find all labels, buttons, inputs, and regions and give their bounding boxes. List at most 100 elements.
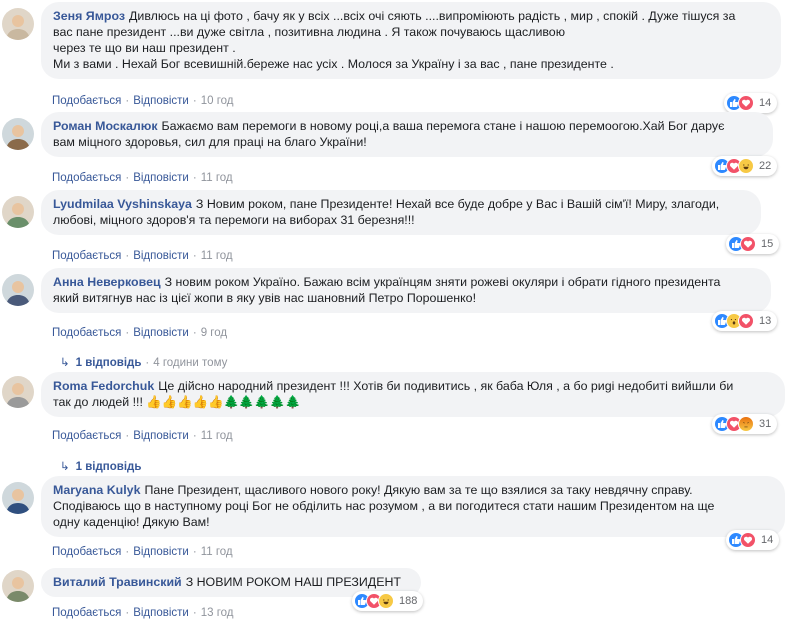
comment-text: вас пане президент ...ви дуже світла , п… xyxy=(53,25,565,39)
separator: · xyxy=(192,95,197,107)
like-link[interactable]: Подобається xyxy=(52,430,121,442)
separator: · xyxy=(192,327,197,339)
comment-text: З новим роком Україно. Бажаю всім україн… xyxy=(164,275,721,289)
reply-link[interactable]: Відповісти xyxy=(133,546,189,558)
separator: · xyxy=(192,546,197,558)
reaction-count: 31 xyxy=(759,418,772,430)
comment-text: так до людей !!! 👍👍👍👍👍🌲🌲🌲🌲🌲 xyxy=(53,395,301,409)
reply-link[interactable]: Відповісти xyxy=(133,250,189,262)
reaction-count: 13 xyxy=(759,315,772,327)
reaction-summary[interactable]: 15 xyxy=(726,234,780,254)
separator: · xyxy=(125,430,130,442)
comment-text: Пане Президент, щасливого нового року! Д… xyxy=(144,483,693,497)
comment-timestamp[interactable]: 11 год xyxy=(201,250,233,262)
like-link[interactable]: Подобається xyxy=(52,250,121,262)
reply-link[interactable]: Відповісти xyxy=(133,607,189,619)
comment-text: З НОВИМ РОКОМ НАШ ПРЕЗИДЕНТ xyxy=(185,575,401,589)
avatar[interactable] xyxy=(2,118,34,150)
comment-author-link[interactable]: Виталий Травинский xyxy=(53,575,182,589)
separator: · xyxy=(125,95,130,107)
comment-actions: Подобається · Відповісти · 11 год xyxy=(52,172,233,184)
comment-timestamp[interactable]: 13 год xyxy=(201,607,234,619)
replies-count: 1 відповідь xyxy=(75,357,142,369)
comment-first-line: Роман Москалюк Бажаємо вам перемоги в нов… xyxy=(53,118,761,134)
comment-author-link[interactable]: Roma Fedorchuk xyxy=(53,379,154,393)
reaction-summary[interactable]: 13 xyxy=(712,311,778,331)
comment-bubble: Maryana Kulyk Пане Президент, щасливого н… xyxy=(41,476,785,537)
replies-count: 1 відповідь xyxy=(75,461,142,473)
comment-author-link[interactable]: Роман Москалюк xyxy=(53,119,158,133)
comment-actions: Подобається · Відповісти · 10 год xyxy=(52,95,234,107)
comment-text: Це дійсно народний президент !!! Хотів б… xyxy=(158,379,734,393)
avatar[interactable] xyxy=(2,482,34,514)
comment-actions: Подобається · Відповісти · 11 год xyxy=(52,546,233,558)
avatar[interactable] xyxy=(2,196,34,228)
comment-bubble: Зеня Ямроз Дивлюсь на ці фото , бачу як у… xyxy=(41,2,781,79)
reaction-summary[interactable]: 14 xyxy=(726,530,780,550)
comment-text: Сподіваюсь що в наступному році Бог не о… xyxy=(53,499,715,513)
comment-first-line: Анна Неверковец З новим роком Україно. Ба… xyxy=(53,274,759,290)
reply-link[interactable]: Відповісти xyxy=(133,430,189,442)
comment-first-line: Виталий Травинский З НОВИМ РОКОМ НАШ ПРЕЗ… xyxy=(53,574,409,590)
reply-link[interactable]: Відповісти xyxy=(133,172,189,184)
comment-first-line: Зеня Ямроз Дивлюсь на ці фото , бачу як у… xyxy=(53,8,769,24)
reaction-count: 188 xyxy=(399,595,418,607)
reaction-count: 22 xyxy=(759,160,772,172)
like-link[interactable]: Подобається xyxy=(52,95,121,107)
comment-author-link[interactable]: Зеня Ямроз xyxy=(53,9,125,23)
like-link[interactable]: Подобається xyxy=(52,607,121,619)
reply-arrow-icon: ↳ xyxy=(60,357,70,369)
avatar[interactable] xyxy=(2,274,34,306)
reply-link[interactable]: Відповісти xyxy=(133,95,189,107)
separator: · xyxy=(145,357,150,369)
separator: · xyxy=(125,172,130,184)
comment-first-line: Maryana Kulyk Пане Президент, щасливого н… xyxy=(53,482,773,498)
comment-timestamp[interactable]: 11 год xyxy=(201,546,233,558)
comment-timestamp[interactable]: 9 год xyxy=(201,327,227,339)
comment-actions: Подобається · Відповісти · 13 год xyxy=(52,607,234,619)
comment-timestamp[interactable]: 11 год xyxy=(201,172,233,184)
reaction-summary[interactable]: 22 xyxy=(712,156,778,176)
avatar[interactable] xyxy=(2,376,34,408)
comment-text: З Новим роком, пане Президенте! Нехай вс… xyxy=(195,197,720,211)
love-reaction-icon xyxy=(740,532,756,548)
comment-actions: Подобається · Відповісти · 11 год xyxy=(52,250,233,262)
comment-text: Бажаємо вам перемоги в новому році,а ваш… xyxy=(161,119,725,133)
separator: · xyxy=(192,250,197,262)
avatar[interactable] xyxy=(2,570,34,602)
comment-bubble: Roma Fedorchuk Це дійсно народний президе… xyxy=(41,372,785,417)
comment-timestamp[interactable]: 10 год xyxy=(201,95,234,107)
view-replies-link[interactable]: ↳ 1 відповідь xyxy=(60,459,141,473)
like-link[interactable]: Подобається xyxy=(52,546,121,558)
reaction-count: 15 xyxy=(761,238,774,250)
comment-author-link[interactable]: Lyudmilaa Vyshinskaya xyxy=(53,197,192,211)
comment-text: Дивлюсь на ці фото , бачу як у всіх ...в… xyxy=(129,9,736,23)
separator: · xyxy=(125,546,130,558)
reaction-summary[interactable]: 31 xyxy=(712,414,778,434)
comment-actions: Подобається · Відповісти · 11 год xyxy=(52,430,233,442)
haha-reaction-icon xyxy=(378,593,394,609)
reply-link[interactable]: Відповісти xyxy=(133,327,189,339)
separator: · xyxy=(125,607,130,619)
comment-author-link[interactable]: Maryana Kulyk xyxy=(53,483,140,497)
view-replies-link[interactable]: ↳ 1 відповідь · 4 години тому xyxy=(60,355,227,369)
comment-bubble: Lyudmilaa Vyshinskaya З Новим роком, пане… xyxy=(41,190,761,235)
comment-bubble: Роман Москалюк Бажаємо вам перемоги в нов… xyxy=(41,112,773,157)
comment-text: через те що ви наш президент . xyxy=(53,41,236,55)
angry-reaction-icon xyxy=(738,416,754,432)
love-reaction-icon xyxy=(738,313,754,329)
like-link[interactable]: Подобається xyxy=(52,172,121,184)
comment-text: одну каденцію! Дякую Вам! xyxy=(53,515,210,529)
avatar[interactable] xyxy=(2,8,34,40)
reaction-count: 14 xyxy=(761,534,774,546)
reaction-count: 14 xyxy=(759,97,772,109)
reaction-summary[interactable]: 14 xyxy=(724,93,778,113)
separator: · xyxy=(192,607,197,619)
like-link[interactable]: Подобається xyxy=(52,327,121,339)
comment-first-line: Lyudmilaa Vyshinskaya З Новим роком, пане… xyxy=(53,196,749,212)
reaction-summary[interactable]: 188 xyxy=(352,591,424,611)
comment-timestamp[interactable]: 11 год xyxy=(201,430,233,442)
reply-timestamp: 4 години тому xyxy=(153,357,228,369)
comment-author-link[interactable]: Анна Неверковец xyxy=(53,275,161,289)
love-reaction-icon xyxy=(738,95,754,111)
